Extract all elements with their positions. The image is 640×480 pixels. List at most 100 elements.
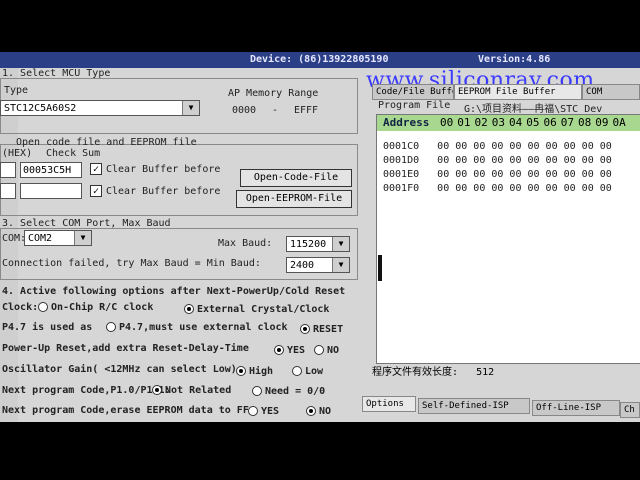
hex-column-09: 09	[595, 116, 609, 129]
ap-range-label: AP Memory Range	[228, 88, 319, 99]
tab-code-buffer[interactable]: Code/File Buffer	[372, 84, 454, 100]
chevron-down-icon[interactable]: ▼	[332, 258, 349, 272]
powerup-yes-label: YES	[287, 345, 306, 356]
hex-column-00: 00	[440, 116, 454, 129]
next-prog-need[interactable]: Need = 0/0	[252, 386, 325, 397]
clock-option-rc[interactable]: On-Chip R/C clock	[38, 302, 153, 313]
gain-low[interactable]: Low	[292, 366, 323, 377]
clear-buffer-checkbox-1[interactable]: ✓	[90, 163, 102, 175]
erase-label: Next program Code,erase EEPROM data to F…	[2, 405, 255, 416]
max-baud-value: 115200	[290, 239, 327, 250]
gain-high-label: High	[249, 366, 274, 377]
ap-range-end: EFFF	[294, 105, 319, 116]
text-cursor-icon	[378, 255, 382, 281]
tab-more[interactable]: Ch	[620, 402, 640, 418]
erase-yes[interactable]: YES	[248, 406, 279, 417]
address-header: Address	[383, 116, 430, 129]
radio-selected-icon	[184, 304, 194, 314]
com-port-value: COM2	[28, 233, 53, 244]
next-prog-not-related[interactable]: Not Related	[152, 385, 231, 396]
clock-option-rc-label: On-Chip R/C clock	[51, 302, 154, 313]
erase-yes-label: YES	[261, 406, 280, 417]
hex-column-02: 02	[474, 116, 488, 129]
isp-window: Device: (86)13922805190 Version:4.86 www…	[0, 52, 640, 422]
radio-selected-icon	[274, 345, 284, 355]
hex-column-05: 05	[526, 116, 540, 129]
gain-high[interactable]: High	[236, 366, 273, 377]
radio-icon	[252, 386, 262, 396]
powerup-no[interactable]: NO	[314, 345, 339, 356]
ap-range-sep: -	[272, 105, 279, 116]
p47-option-io[interactable]: P4.7,must use external clock	[106, 322, 288, 333]
radio-icon	[314, 345, 324, 355]
ap-range-start: 0000	[232, 105, 257, 116]
radio-icon	[292, 366, 302, 376]
gain-low-label: Low	[305, 366, 324, 377]
code-file-field[interactable]	[0, 162, 16, 178]
chevron-down-icon[interactable]: ▼	[182, 101, 199, 115]
device-info: Device: (86)13922805190	[250, 54, 389, 65]
p47-option-reset[interactable]: RESET	[300, 324, 343, 335]
title-bar: Device: (86)13922805190 Version:4.86	[0, 52, 640, 68]
program-file-label: Program File	[378, 100, 451, 111]
max-baud-select[interactable]: 115200 ▼	[286, 236, 350, 252]
clear-buffer-checkbox-2[interactable]: ✓	[90, 185, 102, 197]
open-code-file-button[interactable]: Open-Code-File	[240, 169, 352, 187]
com-label: COM:	[2, 233, 27, 244]
chevron-down-icon[interactable]: ▼	[74, 231, 91, 245]
connection-status: Connection failed, try Max Baud = Min Ba…	[2, 258, 261, 269]
eeprom-file-field[interactable]	[0, 183, 16, 199]
options-title: 4. Active following options after Next-P…	[2, 286, 346, 297]
p47-option-io-label: P4.7,must use external clock	[119, 322, 288, 333]
hex-label: (HEX)	[2, 148, 33, 159]
max-baud-label: Max Baud:	[218, 238, 273, 249]
erase-no[interactable]: NO	[306, 406, 331, 417]
mcu-section-title: 1. Select MCU Type	[2, 68, 111, 79]
min-baud-value: 2400	[290, 260, 315, 271]
hex-column-03: 03	[491, 116, 505, 129]
hex-column-headers: 00 01 02 03 04 05 06 07 08 09 0A	[440, 115, 630, 131]
hex-column-06: 06	[543, 116, 557, 129]
next-prog-need-label: Need = 0/0	[265, 386, 326, 397]
powerup-yes[interactable]: YES	[274, 345, 305, 356]
powerup-label: Power-Up Reset,add extra Reset-Delay-Tim…	[2, 343, 249, 354]
radio-icon	[248, 406, 258, 416]
hex-column-0A: 0A	[612, 116, 626, 129]
file-length-label: 程序文件有效长度:	[372, 367, 459, 378]
eeprom-checksum-field	[20, 183, 82, 199]
radio-selected-icon	[236, 366, 246, 376]
radio-selected-icon	[300, 324, 310, 334]
mcu-type-label: Type	[4, 85, 29, 96]
hex-column-07: 07	[560, 116, 574, 129]
hex-buffer-view[interactable]: Address 00 01 02 03 04 05 06 07 08 09 0A 0001C0 00…	[376, 114, 640, 364]
com-port-select[interactable]: COM2 ▼	[24, 230, 92, 246]
clock-label: Clock:	[2, 302, 39, 313]
mcu-type-select[interactable]: STC12C5A60S2 ▼	[0, 100, 200, 116]
powerup-no-label: NO	[327, 345, 340, 356]
tab-options[interactable]: Options	[362, 396, 416, 412]
open-eeprom-file-button[interactable]: Open-EEPROM-File	[236, 190, 352, 208]
com-section-title: 3. Select COM Port, Max Baud	[2, 218, 171, 229]
hex-row: 0001D0 00 00 00 00 00 00 00 00 00 00	[383, 155, 612, 166]
tab-self-defined-isp[interactable]: Self-Defined-ISP	[418, 398, 530, 414]
file-length-status: 程序文件有效长度: 512	[372, 365, 640, 381]
next-prog-not-related-label: Not Related	[165, 385, 232, 396]
checksum-field: 00053C5H	[20, 162, 82, 178]
chevron-down-icon[interactable]: ▼	[332, 237, 349, 251]
clock-option-external[interactable]: External Crystal/Clock	[184, 304, 329, 315]
mcu-type-value: STC12C5A60S2	[4, 103, 77, 114]
hex-column-01: 01	[457, 116, 471, 129]
hex-row: 0001E0 00 00 00 00 00 00 00 00 00 00	[383, 169, 612, 180]
next-prog-label: Next program Code,P1.0/P1.1:	[2, 385, 171, 396]
radio-selected-icon	[306, 406, 316, 416]
p47-label: P4.7 is used as	[2, 322, 93, 333]
clear-buffer-label-2: Clear Buffer before	[106, 186, 221, 197]
tab-com[interactable]: COM	[582, 84, 640, 100]
p47-option-reset-label: RESET	[313, 324, 344, 335]
hex-row: 0001F0 00 00 00 00 00 00 00 00 00 00	[383, 183, 612, 194]
file-length-value: 512	[476, 367, 495, 378]
min-baud-select[interactable]: 2400 ▼	[286, 257, 350, 273]
tab-off-line-isp[interactable]: Off-Line-ISP	[532, 400, 620, 416]
tab-eeprom-buffer[interactable]: EEPROM File Buffer	[454, 84, 582, 100]
radio-icon	[106, 322, 116, 332]
